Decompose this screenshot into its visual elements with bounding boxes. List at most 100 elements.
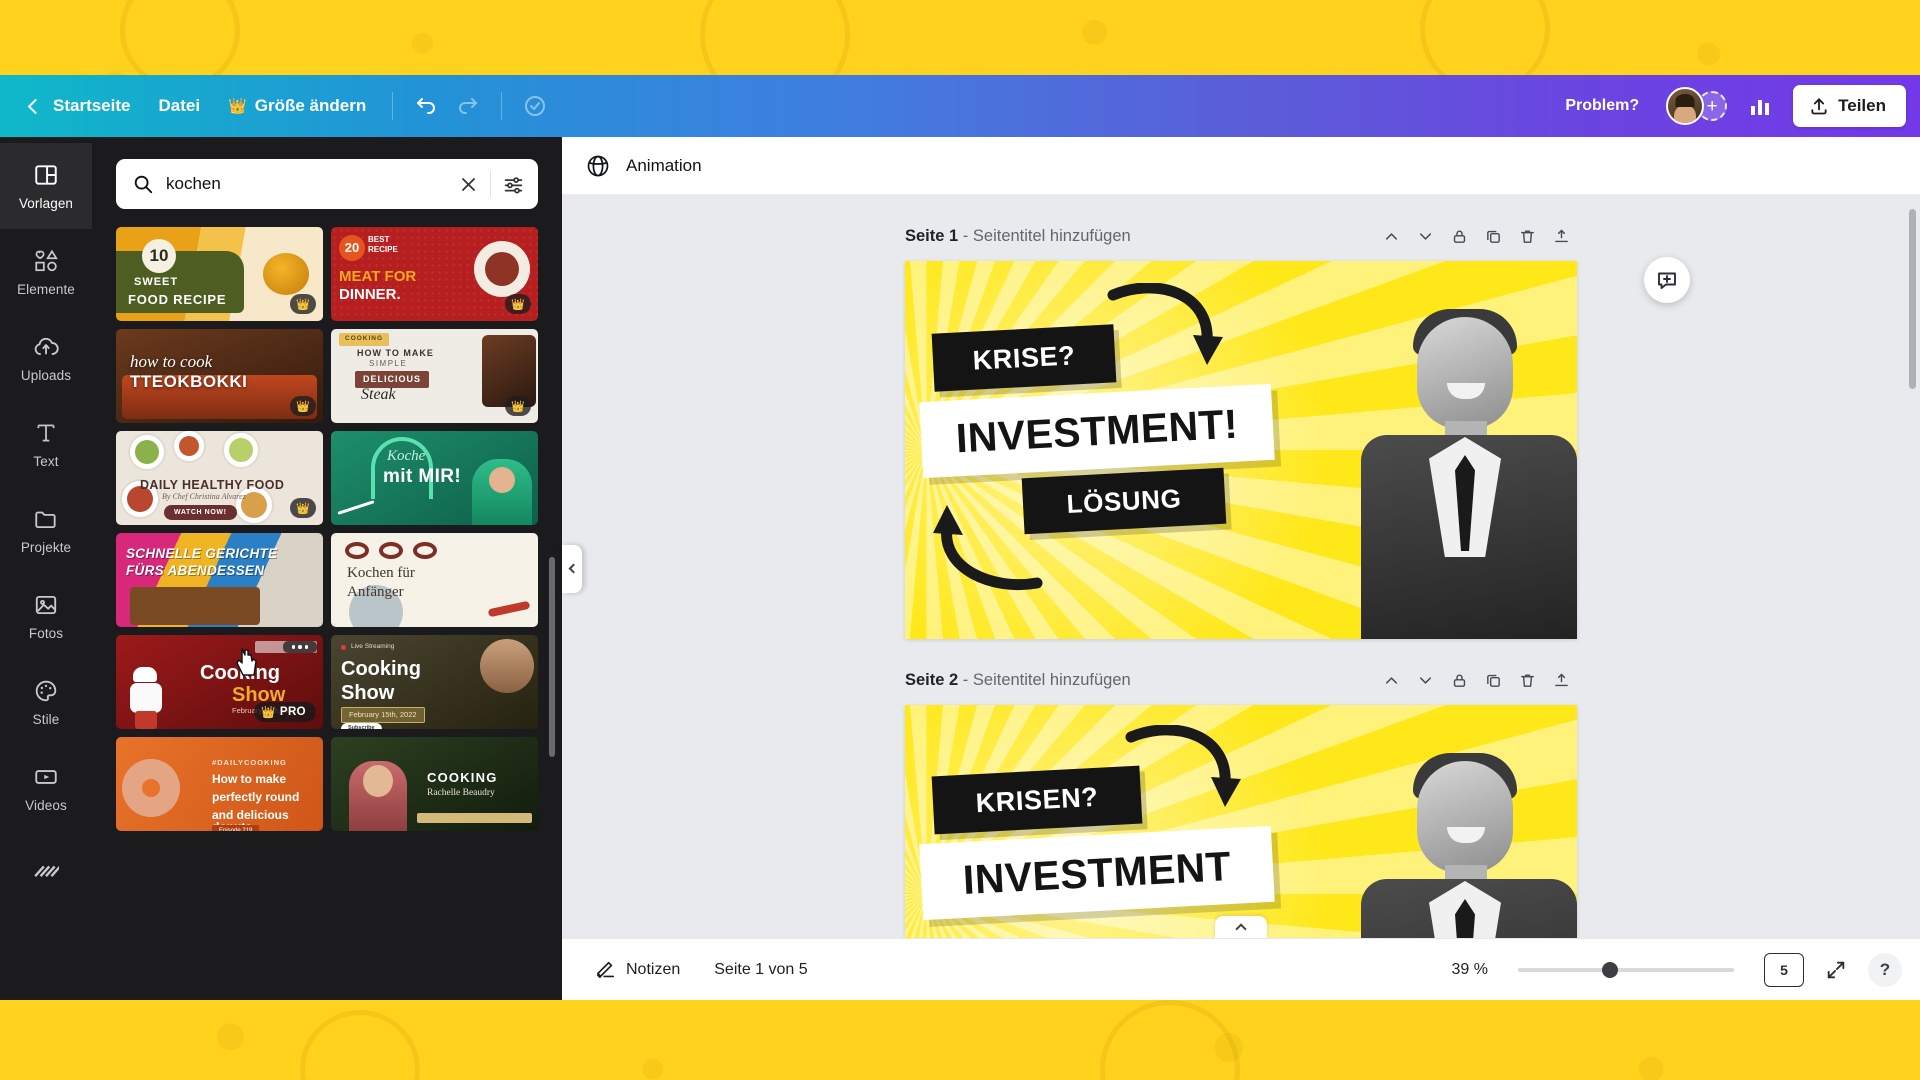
redo-button[interactable] [447, 85, 489, 127]
share-button[interactable]: Teilen [1793, 85, 1906, 127]
lock-page-button[interactable] [1445, 666, 1473, 694]
duplicate-page-button[interactable] [1479, 222, 1507, 250]
fullscreen-button[interactable] [1818, 952, 1854, 988]
sidebar-item-elemente[interactable]: Elemente [0, 229, 92, 315]
template-text: TTEOKBOKKI [130, 372, 248, 391]
page-title[interactable]: Seite 2 - Seitentitel hinzufügen [905, 671, 1131, 690]
move-page-down-button[interactable] [1411, 666, 1439, 694]
template-card[interactable]: how to cook TTEOKBOKKI 👑 [116, 329, 323, 423]
notes-label: Notizen [626, 960, 681, 978]
clear-search-button[interactable] [459, 175, 478, 194]
template-card[interactable]: Kochen für Anfänger [331, 533, 538, 627]
animation-icon[interactable] [584, 152, 612, 180]
left-rail: Vorlagen Elemente Uploads Text Projekte … [0, 137, 92, 1000]
template-card[interactable]: 10 SWEET FOOD RECIPE 👑 [116, 227, 323, 321]
template-text: HOW TO MAKE [357, 348, 434, 358]
move-page-up-button[interactable] [1377, 222, 1405, 250]
template-card[interactable]: #DAILYCOOKING How to make perfectly roun… [116, 737, 323, 831]
canvas-scroll-area[interactable]: Seite 1 - Seitentitel hinzufügen KRISE? … [562, 195, 1920, 938]
template-card[interactable]: SCHNELLE GERICHTE FÜRS ABENDESSEN [116, 533, 323, 627]
sidebar-item-videos[interactable]: Videos [0, 745, 92, 831]
template-text: Steak [361, 386, 396, 403]
sidebar-item-vorlagen[interactable]: Vorlagen [0, 143, 92, 229]
avatar[interactable] [1666, 87, 1705, 125]
help-button[interactable]: ? [1868, 952, 1902, 987]
sidebar-item-text[interactable]: Text [0, 401, 92, 487]
slide-tag-loesung[interactable]: LÖSUNG [1021, 467, 1227, 535]
slide-canvas[interactable]: KRISE? INVESTMENT! LÖSUNG [905, 261, 1577, 639]
home-button[interactable]: Startseite [16, 87, 144, 125]
crown-icon: 👑 [290, 498, 316, 518]
folder-icon [35, 511, 56, 528]
search-divider [490, 171, 491, 197]
page-block: Seite 1 - Seitentitel hinzufügen KRISE? … [905, 219, 1577, 639]
template-text: Rachelle Beaudry [427, 788, 495, 798]
resize-button[interactable]: 👑 Größe ändern [214, 87, 380, 125]
panel-scrollbar[interactable] [549, 557, 555, 757]
page-indicator[interactable]: Seite 1 von 5 [704, 953, 817, 987]
filter-button[interactable] [503, 174, 524, 195]
saved-status-button[interactable] [514, 85, 556, 127]
template-card[interactable]: Cooking Show February 15th, 2022 👑 PRO [116, 635, 323, 729]
template-more-button[interactable] [282, 641, 317, 653]
template-card[interactable]: Live Streaming Cooking Show February 15t… [331, 635, 538, 729]
collapse-panel-button[interactable] [562, 544, 582, 593]
chevron-left-icon [27, 98, 44, 114]
template-card[interactable]: Koche mit MIR! [331, 431, 538, 525]
zoom-slider-handle[interactable] [1602, 961, 1618, 978]
arrow-icon [1125, 725, 1241, 807]
duplicate-page-button[interactable] [1479, 666, 1507, 694]
template-text: How to make [212, 772, 287, 786]
notes-button[interactable]: Notizen [584, 951, 690, 989]
pages-count-button[interactable]: 5 [1764, 952, 1804, 987]
undo-button[interactable] [405, 85, 447, 127]
comment-add-icon [1658, 272, 1676, 289]
template-text: Episode 219 [212, 825, 260, 831]
add-page-icon [1554, 673, 1568, 686]
slide-person-image[interactable] [1355, 753, 1577, 938]
sidebar-item-fotos[interactable]: Fotos [0, 573, 92, 659]
template-text: Subscribe [341, 723, 382, 729]
slide-person-image[interactable] [1355, 309, 1577, 639]
page-tools [1377, 222, 1575, 250]
slide-tag-krise[interactable]: KRISE? [931, 324, 1117, 392]
add-page-button[interactable] [1547, 222, 1575, 250]
delete-page-button[interactable] [1513, 666, 1541, 694]
template-card[interactable]: 20 BEST RECIPE MEAT FOR DINNER. 👑 [331, 227, 538, 321]
crown-icon: 👑 [505, 396, 531, 416]
help-problem-button[interactable]: Problem? [1552, 88, 1652, 124]
add-page-button[interactable] [1547, 666, 1575, 694]
templates-panel: 10 SWEET FOOD RECIPE 👑 20 BESTRECIPE MEA… [92, 137, 562, 1000]
collapse-canvas-button[interactable] [1215, 916, 1267, 938]
animation-bar: Animation [562, 137, 1920, 195]
sidebar-item-uploads[interactable]: Uploads [0, 315, 92, 401]
search-box [116, 159, 538, 209]
template-results[interactable]: 10 SWEET FOOD RECIPE 👑 20 BEST RECIPE MEA… [92, 223, 562, 1000]
lock-page-button[interactable] [1445, 222, 1473, 250]
zoom-slider[interactable] [1518, 961, 1734, 978]
slide-canvas[interactable]: KRISEN? INVESTMENT [905, 705, 1577, 938]
template-card[interactable]: DAILY HEALTHY FOOD By Chef Christina Alv… [116, 431, 323, 525]
add-comment-button[interactable] [1644, 257, 1690, 303]
sidebar-item-projekte[interactable]: Projekte [0, 487, 92, 573]
trash-icon [1520, 229, 1534, 243]
sidebar-item-stile[interactable]: Stile [0, 659, 92, 745]
move-page-up-button[interactable] [1377, 666, 1405, 694]
slide-tag-krisen[interactable]: KRISEN? [931, 765, 1143, 835]
stats-button[interactable] [1739, 85, 1781, 127]
search-area [92, 137, 562, 223]
sidebar-item-hintergrund[interactable] [0, 831, 92, 917]
cloud-upload-icon [34, 337, 59, 355]
close-icon [462, 177, 475, 191]
search-input[interactable] [166, 174, 447, 194]
animation-label[interactable]: Animation [626, 156, 702, 176]
editor-body: Vorlagen Elemente Uploads Text Projekte … [0, 137, 1920, 1000]
template-card[interactable]: COOKING HOW TO MAKE SIMPLE DELICIOUS Ste… [331, 329, 538, 423]
move-page-down-button[interactable] [1411, 222, 1439, 250]
page-title[interactable]: Seite 1 - Seitentitel hinzufügen [905, 227, 1131, 246]
template-tag: COOKING [339, 333, 390, 346]
canvas-scrollbar[interactable] [1909, 209, 1916, 389]
file-menu-button[interactable]: Datei [144, 87, 214, 125]
delete-page-button[interactable] [1513, 222, 1541, 250]
template-card[interactable]: COOKING Rachelle Beaudry [331, 737, 538, 831]
